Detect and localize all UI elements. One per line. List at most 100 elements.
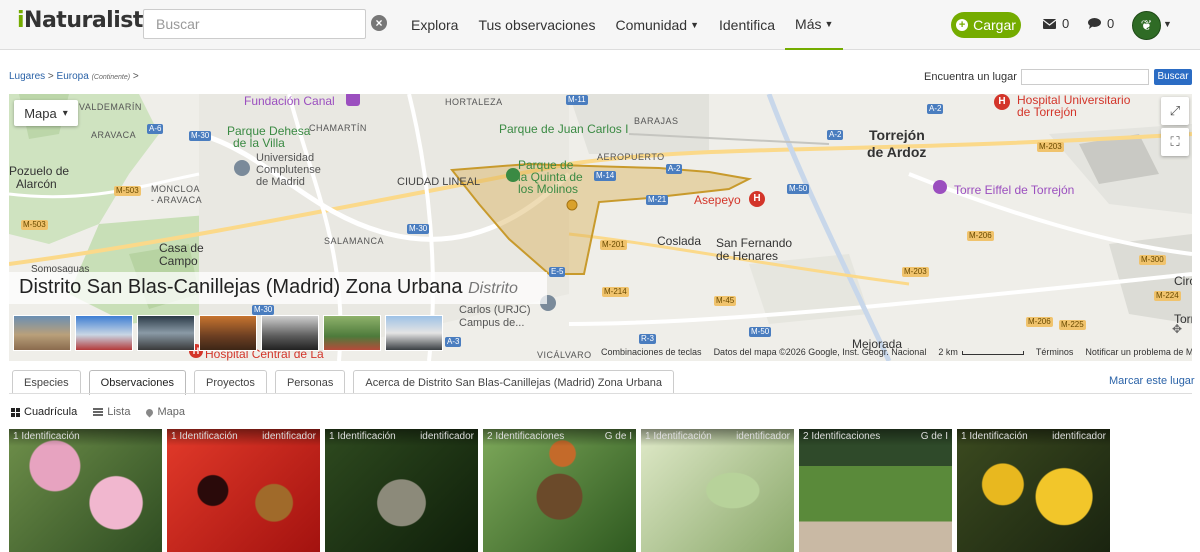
- map-label: Fundación Canal: [244, 94, 335, 108]
- place-photo-thumbnail[interactable]: [137, 315, 195, 351]
- landmark-icon[interactable]: [933, 180, 947, 194]
- map-label: de Madrid: [256, 176, 305, 188]
- observation-card[interactable]: 1 Identificación identificador: [641, 429, 794, 552]
- notifications-button[interactable]: 0: [1088, 16, 1114, 31]
- observation-card[interactable]: 1 Identificación identificador: [957, 429, 1110, 552]
- place-photo-thumbnail[interactable]: [323, 315, 381, 351]
- road-shield: M-50: [749, 327, 772, 337]
- identification-count: 1 Identificación: [645, 431, 712, 442]
- map-label: AEROPUERTO: [597, 152, 665, 162]
- park-icon[interactable]: [506, 168, 520, 182]
- identifier-label: G de I: [920, 431, 948, 442]
- map-scale[interactable]: 2 km: [938, 347, 1024, 357]
- observation-meta: 2 Identificaciones G de I: [799, 429, 952, 446]
- place-kind: Distrito: [468, 280, 518, 297]
- map-pin-icon: [145, 407, 155, 417]
- scale-bar: [961, 350, 1024, 355]
- find-place-button[interactable]: Buscar: [1154, 69, 1192, 85]
- observation-meta: 1 Identificación identificador: [325, 429, 478, 446]
- mark-place-link[interactable]: Marcar este lugar: [1109, 375, 1195, 387]
- map-scale-label: 2 km: [938, 347, 958, 357]
- search-input[interactable]: [144, 10, 365, 38]
- map-label: VALDEMARÍN: [79, 102, 142, 112]
- chevron-down-icon[interactable]: ▼: [1163, 19, 1172, 29]
- nav-tus-observaciones[interactable]: Tus observaciones: [468, 0, 605, 50]
- report-map-problem-link[interactable]: Notificar un problema de Maps: [1085, 347, 1192, 357]
- observation-grid: 1 Identificación 1 Identificación identif…: [9, 429, 1110, 552]
- place-map[interactable]: Mapa ▾ ⤢ ⛶ Fundación Canal HORTALEZA BAR…: [9, 94, 1192, 361]
- inaturalist-logo[interactable]: iNaturalist: [17, 8, 143, 33]
- terms-link[interactable]: Términos: [1036, 347, 1074, 357]
- place-title: Distrito San Blas-Canillejas (Madrid) Zo…: [19, 276, 518, 299]
- identifier-label: identificador: [420, 431, 474, 442]
- expand-icon[interactable]: ⤢: [1161, 97, 1189, 125]
- chevron-down-icon: ▾: [62, 107, 68, 119]
- map-label: Carlos (URJC): [459, 304, 531, 316]
- place-photo-thumbnail[interactable]: [75, 315, 133, 351]
- observation-card[interactable]: 1 Identificación identificador: [325, 429, 478, 552]
- view-map-label: Mapa: [157, 406, 185, 418]
- map-label: Complutense: [256, 164, 321, 176]
- map-label: Circ: [1174, 274, 1192, 288]
- messages-count: 0: [1062, 16, 1070, 31]
- place-photo-thumbnail[interactable]: [13, 315, 71, 351]
- map-label: CHAMARTÍN: [309, 123, 367, 133]
- upload-button[interactable]: + Cargar: [951, 12, 1021, 38]
- user-avatar[interactable]: ❦: [1132, 11, 1161, 40]
- hospital-icon[interactable]: H: [994, 94, 1010, 110]
- museum-icon[interactable]: [346, 94, 360, 106]
- nav-comunidad[interactable]: Comunidad ▼: [605, 0, 709, 50]
- observation-card[interactable]: 2 Identificaciones G de I: [483, 429, 636, 552]
- observation-photo: [799, 429, 952, 552]
- observation-card[interactable]: 1 Identificación: [9, 429, 162, 552]
- hospital-icon[interactable]: H: [749, 191, 765, 207]
- tab-especies[interactable]: Especies: [12, 370, 81, 394]
- clear-search-icon[interactable]: ×: [371, 15, 387, 31]
- observation-photo: [325, 429, 478, 552]
- map-label: BARAJAS: [634, 116, 679, 126]
- road-shield: M-30: [189, 131, 212, 141]
- school-icon[interactable]: [234, 160, 250, 176]
- search-field[interactable]: [143, 9, 366, 39]
- road-shield: M-203: [902, 267, 929, 277]
- tab-acerca-de[interactable]: Acerca de Distrito San Blas-Canillejas (…: [353, 370, 674, 394]
- observation-card[interactable]: 2 Identificaciones G de I: [799, 429, 952, 552]
- nav-label: Comunidad: [615, 17, 688, 33]
- place-photo-thumbnail[interactable]: [261, 315, 319, 351]
- tab-personas[interactable]: Personas: [274, 370, 346, 394]
- place-photo-thumbnail[interactable]: [199, 315, 257, 351]
- map-label: de Torrejón: [1017, 105, 1077, 119]
- map-type-selector[interactable]: Mapa ▾: [14, 100, 78, 126]
- map-label: Universidad: [256, 152, 315, 164]
- map-label: Campus de...: [459, 317, 525, 329]
- observation-card[interactable]: 1 Identificación identificador: [167, 429, 320, 552]
- tab-observaciones[interactable]: Observaciones: [88, 370, 187, 395]
- observation-photo: [167, 429, 320, 552]
- observation-photo: [483, 429, 636, 552]
- messages-button[interactable]: 0: [1043, 16, 1069, 31]
- view-map-option[interactable]: Mapa: [145, 406, 185, 418]
- view-grid-option[interactable]: Cuadrícula: [11, 406, 77, 418]
- road-shield: M-45: [714, 296, 737, 306]
- tab-proyectos[interactable]: Proyectos: [194, 370, 267, 394]
- map-label: Asepeyo: [694, 193, 741, 207]
- breadcrumb-europa[interactable]: Europa: [57, 71, 89, 82]
- map-label: los Molinos: [518, 182, 579, 196]
- nav-mas[interactable]: Más ▼: [785, 0, 844, 50]
- keyboard-shortcuts-link[interactable]: Combinaciones de teclas: [601, 347, 702, 357]
- find-place-label: Encuentra un lugar: [924, 71, 1017, 83]
- envelope-icon: [1043, 18, 1056, 29]
- find-place-input[interactable]: [1021, 69, 1149, 85]
- locate-icon[interactable]: ✥: [1172, 322, 1182, 336]
- nav-explora[interactable]: Explora: [401, 0, 468, 50]
- view-list-option[interactable]: Lista: [93, 406, 130, 418]
- top-navbar: iNaturalist × Explora Tus observaciones …: [0, 0, 1200, 50]
- identifier-label: identificador: [262, 431, 316, 442]
- road-shield: A-2: [666, 164, 683, 174]
- fullscreen-icon[interactable]: ⛶: [1161, 128, 1189, 156]
- road-shield: M-203: [1037, 142, 1064, 152]
- view-grid-label: Cuadrícula: [24, 406, 78, 418]
- nav-identifica[interactable]: Identifica: [709, 0, 785, 50]
- place-photo-thumbnail[interactable]: [385, 315, 443, 351]
- breadcrumb-lugares[interactable]: Lugares: [9, 71, 45, 82]
